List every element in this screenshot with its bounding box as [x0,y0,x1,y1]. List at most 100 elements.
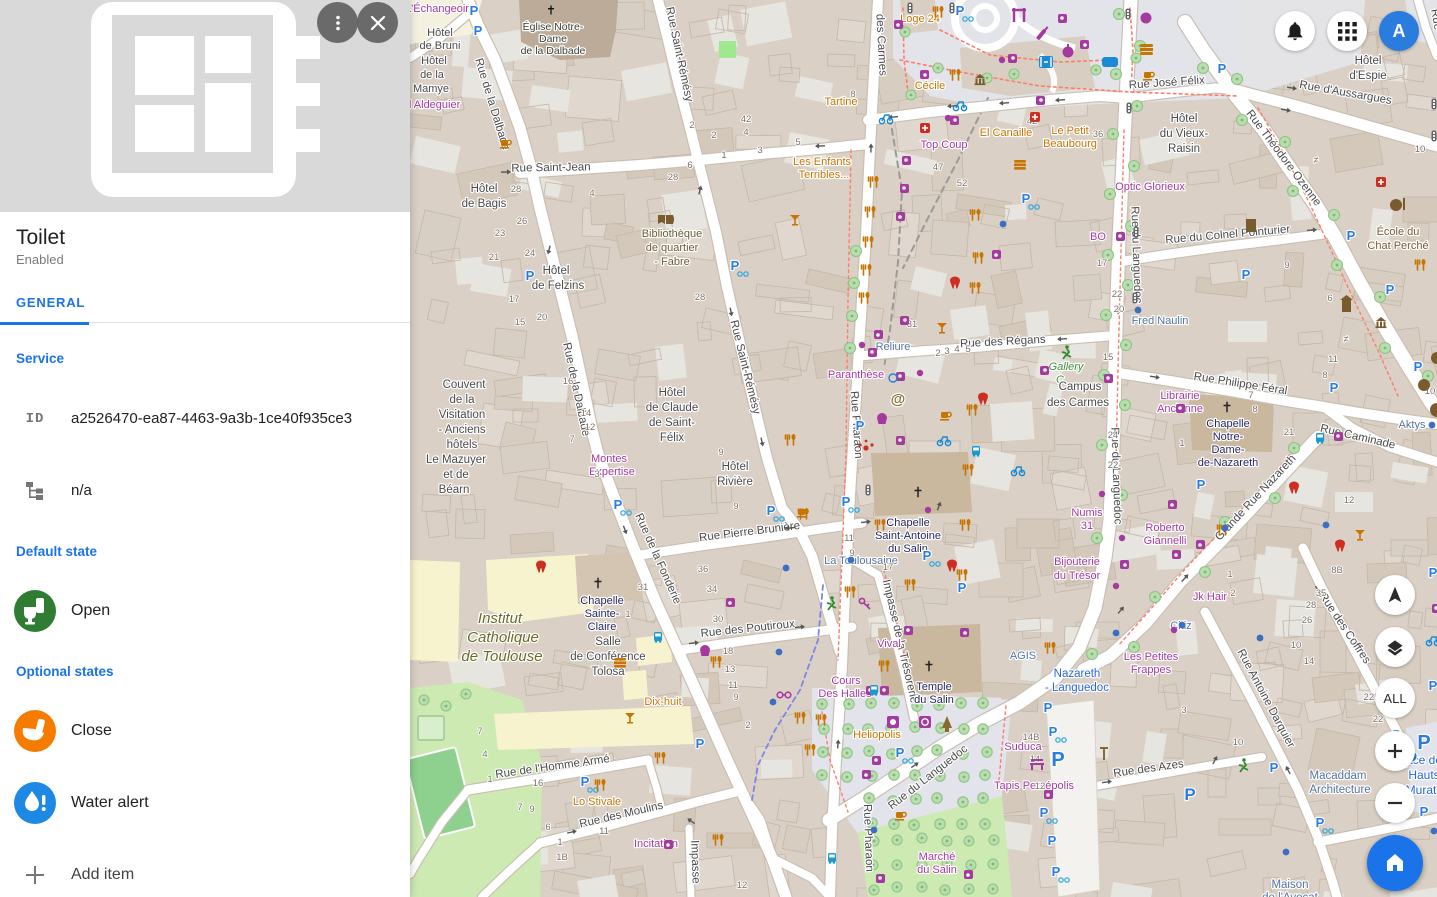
svg-text:Cours: Cours [831,675,861,687]
svg-text:2: 2 [711,130,716,141]
svg-text:@: @ [891,391,906,408]
svg-text:1: 1 [721,150,726,161]
svg-text:Reliure: Reliure [876,341,911,353]
svg-text:12: 12 [1035,781,1046,792]
svg-text:Lo Stivale: Lo Stivale [573,796,621,808]
svg-text:Hôtel: Hôtel [1171,113,1198,125]
svg-text:P: P [1052,864,1061,879]
svg-text:P: P [581,774,590,789]
svg-text:31: 31 [1081,520,1093,532]
svg-text:1: 1 [1179,438,1184,449]
svg-text:El Canaille: El Canaille [980,127,1033,139]
svg-text:28: 28 [511,184,522,195]
svg-text:11: 11 [599,826,609,837]
svg-text:Félix: Félix [660,432,685,444]
svg-text:9: 9 [1284,260,1289,271]
svg-text:14B: 14B [1023,732,1040,743]
svg-text:de la: de la [450,394,476,406]
svg-text:42: 42 [741,114,752,125]
svg-text:Hôtel: Hôtel [659,387,686,399]
svg-text:Dame: Dame [539,33,567,45]
svg-text:Macaddam: Macaddam [1310,770,1367,782]
svg-text:d'Espie: d'Espie [1349,70,1386,82]
svg-text:P: P [1022,191,1031,206]
svg-text:Claire: Claire [588,621,617,633]
svg-text:P: P [1330,380,1339,395]
svg-text:17: 17 [1097,258,1108,269]
svg-text:Terribles...: Terribles... [799,169,850,181]
svg-text:P: P [1040,805,1049,820]
svg-text:Sainte-: Sainte- [585,608,620,620]
svg-text:Dix-huit: Dix-huit [644,696,681,708]
svg-text:28: 28 [1306,600,1317,611]
svg-text:Beaubourg: Beaubourg [1043,138,1097,150]
svg-text:P: P [842,494,851,509]
svg-text:P: P [1048,833,1057,848]
svg-text:P: P [1270,760,1279,775]
svg-text:3: 3 [757,145,762,156]
svg-text:30: 30 [713,614,724,625]
svg-text:Tolosa: Tolosa [591,666,625,678]
svg-text:de la: de la [420,69,445,81]
svg-text:36: 36 [1093,129,1104,140]
svg-text:Montes: Montes [591,453,628,465]
svg-text:Le Mazuyer: Le Mazuyer [426,454,486,466]
svg-text:9: 9 [733,501,738,512]
svg-text:Bijouterie: Bijouterie [1054,556,1100,568]
svg-text:Jk Hair: Jk Hair [1193,591,1228,603]
svg-text:P: P [696,736,705,751]
svg-text:14: 14 [581,408,592,419]
svg-text:12: 12 [1344,495,1355,506]
svg-text:de quartier: de quartier [646,242,699,254]
svg-text:17: 17 [883,562,894,573]
svg-text:6: 6 [1327,293,1332,304]
svg-text:6: 6 [545,822,550,833]
svg-text:Chapelle: Chapelle [580,595,623,607]
svg-text:P: P [1347,228,1356,243]
svg-text:et de: et de [443,469,469,481]
svg-text:Heliopolis: Heliopolis [853,729,901,741]
svg-text:34: 34 [707,584,718,595]
svg-text:P: P [614,497,623,512]
svg-text:des Carmes: des Carmes [1047,397,1109,409]
svg-text:du Salin: du Salin [917,864,957,876]
svg-text:13: 13 [725,664,736,675]
svg-text:21: 21 [1284,427,1295,438]
svg-text:10: 10 [1291,640,1302,651]
svg-text:Mamye: Mamye [413,83,449,95]
svg-text:P: P [1049,724,1058,739]
svg-text:11: 11 [844,533,854,544]
svg-text:Béarn: Béarn [439,484,470,496]
svg-text:de Bruni: de Bruni [420,40,461,52]
svg-text:P: P [1184,785,1195,804]
svg-text:21: 21 [489,252,500,263]
svg-text:17: 17 [509,294,520,305]
svg-text:École du: École du [1377,225,1420,238]
svg-text:Institut: Institut [478,610,523,627]
svg-text:P: P [1044,700,1053,715]
svg-text:P: P [1316,815,1325,830]
svg-text:P: P [1197,477,1206,492]
svg-text:Couvent: Couvent [443,379,487,391]
svg-text:22: 22 [1373,714,1384,725]
svg-text:3: 3 [594,469,599,480]
svg-text:4: 4 [954,344,959,355]
svg-text:Catholique: Catholique [467,629,539,646]
svg-text:22: 22 [1108,460,1119,471]
svg-text:16: 16 [563,376,574,387]
svg-text:26: 26 [517,216,528,227]
svg-text:28: 28 [695,292,706,303]
svg-text:Le Petit: Le Petit [1051,125,1088,137]
svg-text:Loge 24: Loge 24 [900,13,940,25]
svg-text:5: 5 [795,137,800,148]
svg-text:26: 26 [1302,615,1313,626]
svg-text:Giannelli: Giannelli [1144,535,1187,547]
svg-text:10: 10 [1233,737,1244,748]
svg-text:18: 18 [723,646,734,657]
svg-text:P: P [958,580,967,595]
svg-text:hôtels: hôtels [447,439,478,451]
svg-text:Frappes: Frappes [1131,664,1172,676]
svg-text:4: 4 [589,188,594,199]
svg-text:3: 3 [1181,705,1186,716]
svg-text:Vival: Vival [877,638,901,650]
